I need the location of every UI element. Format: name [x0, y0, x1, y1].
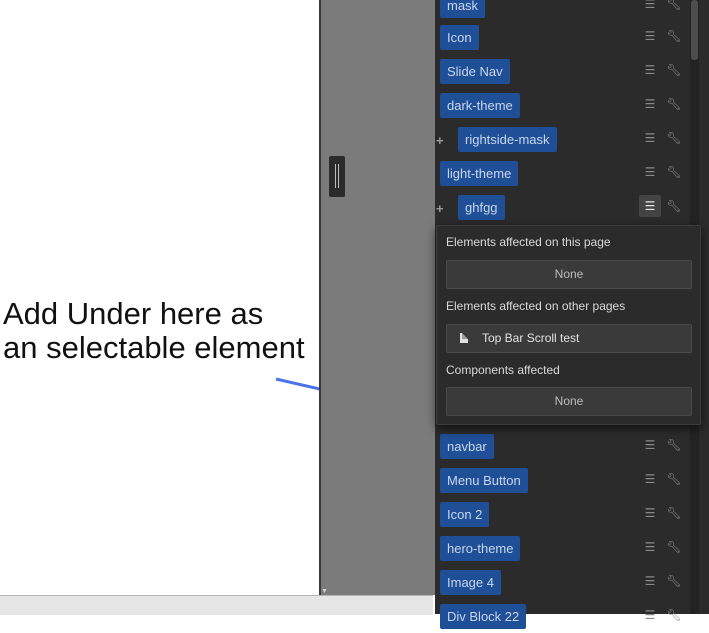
- wrench-icon[interactable]: 🔧︎: [666, 62, 682, 78]
- list-item[interactable]: Icon ☰ 🔧︎: [440, 20, 688, 54]
- wrench-icon[interactable]: 🔧︎: [666, 573, 682, 589]
- list-item[interactable]: Div Block 22 ☰ 🔧︎: [440, 599, 688, 633]
- list-icon[interactable]: ☰: [639, 195, 661, 217]
- scroll-down-icon[interactable]: ▼: [321, 588, 330, 595]
- list-item[interactable]: Image 4 ☰ 🔧︎: [440, 565, 688, 599]
- wrench-icon[interactable]: 🔧︎: [666, 164, 682, 180]
- plus-icon[interactable]: +: [436, 202, 444, 215]
- list-item[interactable]: dark-theme ☰ 🔧︎: [440, 88, 688, 122]
- wrench-icon[interactable]: 🔧︎: [666, 437, 682, 453]
- class-tag[interactable]: light-theme: [440, 161, 519, 186]
- document-icon: [460, 333, 468, 343]
- list-item[interactable]: hero-theme ☰ 🔧︎: [440, 531, 688, 565]
- list-item[interactable]: mask ☰ 🔧︎: [440, 0, 688, 22]
- wrench-icon[interactable]: 🔧︎: [666, 28, 682, 44]
- list-item[interactable]: Icon 2 ☰ 🔧︎: [440, 497, 688, 531]
- resize-handle[interactable]: [329, 156, 345, 197]
- other-pages-label: Elements affected on other pages: [446, 299, 626, 313]
- list-item[interactable]: Menu Button ☰ 🔧︎: [440, 463, 688, 497]
- wrench-icon[interactable]: 🔧︎: [666, 0, 682, 12]
- class-tag[interactable]: dark-theme: [440, 93, 520, 118]
- list-icon[interactable]: ☰: [642, 505, 658, 521]
- wrench-icon[interactable]: 🔧︎: [666, 471, 682, 487]
- class-tag[interactable]: Div Block 22: [440, 604, 527, 629]
- list-icon[interactable]: ☰: [642, 62, 658, 78]
- class-tag[interactable]: mask: [440, 0, 486, 18]
- list-icon[interactable]: ☰: [642, 573, 658, 589]
- list-icon[interactable]: ☰: [642, 164, 658, 180]
- class-tag[interactable]: Icon 2: [440, 502, 490, 527]
- list-item[interactable]: + rightside-mask ☰ 🔧︎: [436, 122, 688, 156]
- other-page-name: Top Bar Scroll test: [482, 331, 580, 345]
- class-tag[interactable]: Menu Button: [440, 468, 528, 493]
- class-tag[interactable]: hero-theme: [440, 536, 521, 561]
- list-icon[interactable]: ☰: [642, 130, 658, 146]
- wrench-icon[interactable]: 🔧︎: [666, 607, 682, 623]
- components-value: None: [446, 387, 692, 416]
- wrench-icon[interactable]: 🔧︎: [666, 130, 682, 146]
- class-tag[interactable]: navbar: [440, 434, 494, 459]
- affected-elements-popover: Elements affected on this page None Elem…: [436, 225, 701, 425]
- class-tag[interactable]: Image 4: [440, 570, 501, 595]
- class-tag[interactable]: ghfgg: [458, 195, 505, 220]
- wrench-icon[interactable]: 🔧︎: [666, 96, 682, 112]
- components-label: Components affected: [446, 363, 560, 377]
- class-tag[interactable]: rightside-mask: [458, 127, 557, 152]
- list-icon[interactable]: ☰: [642, 28, 658, 44]
- plus-icon[interactable]: +: [436, 134, 444, 147]
- list-icon[interactable]: ☰: [642, 0, 658, 12]
- wrench-icon[interactable]: 🔧︎: [666, 539, 682, 555]
- list-item[interactable]: light-theme ☰ 🔧︎: [440, 156, 688, 190]
- wrench-icon[interactable]: 🔧︎: [666, 505, 682, 521]
- bottom-bar: [0, 595, 433, 615]
- other-page-link[interactable]: Top Bar Scroll test: [446, 324, 692, 353]
- list-icon[interactable]: ☰: [642, 471, 658, 487]
- list-icon[interactable]: ☰: [642, 539, 658, 555]
- class-tag[interactable]: Slide Nav: [440, 59, 510, 84]
- list-icon[interactable]: ☰: [642, 607, 658, 623]
- panel-scrollbar-thumb[interactable]: [691, 0, 698, 60]
- list-item[interactable]: navbar ☰ 🔧︎: [440, 429, 688, 463]
- list-item[interactable]: + ghfgg ☰ 🔧︎: [436, 190, 688, 224]
- class-tag[interactable]: Icon: [440, 25, 479, 50]
- list-icon[interactable]: ☰: [642, 96, 658, 112]
- list-item[interactable]: Slide Nav ☰ 🔧︎: [440, 54, 688, 88]
- wrench-icon[interactable]: 🔧︎: [666, 198, 682, 214]
- list-icon[interactable]: ☰: [642, 437, 658, 453]
- this-page-label: Elements affected on this page: [446, 235, 611, 249]
- this-page-value: None: [446, 260, 692, 289]
- preview-gutter: [321, 0, 435, 595]
